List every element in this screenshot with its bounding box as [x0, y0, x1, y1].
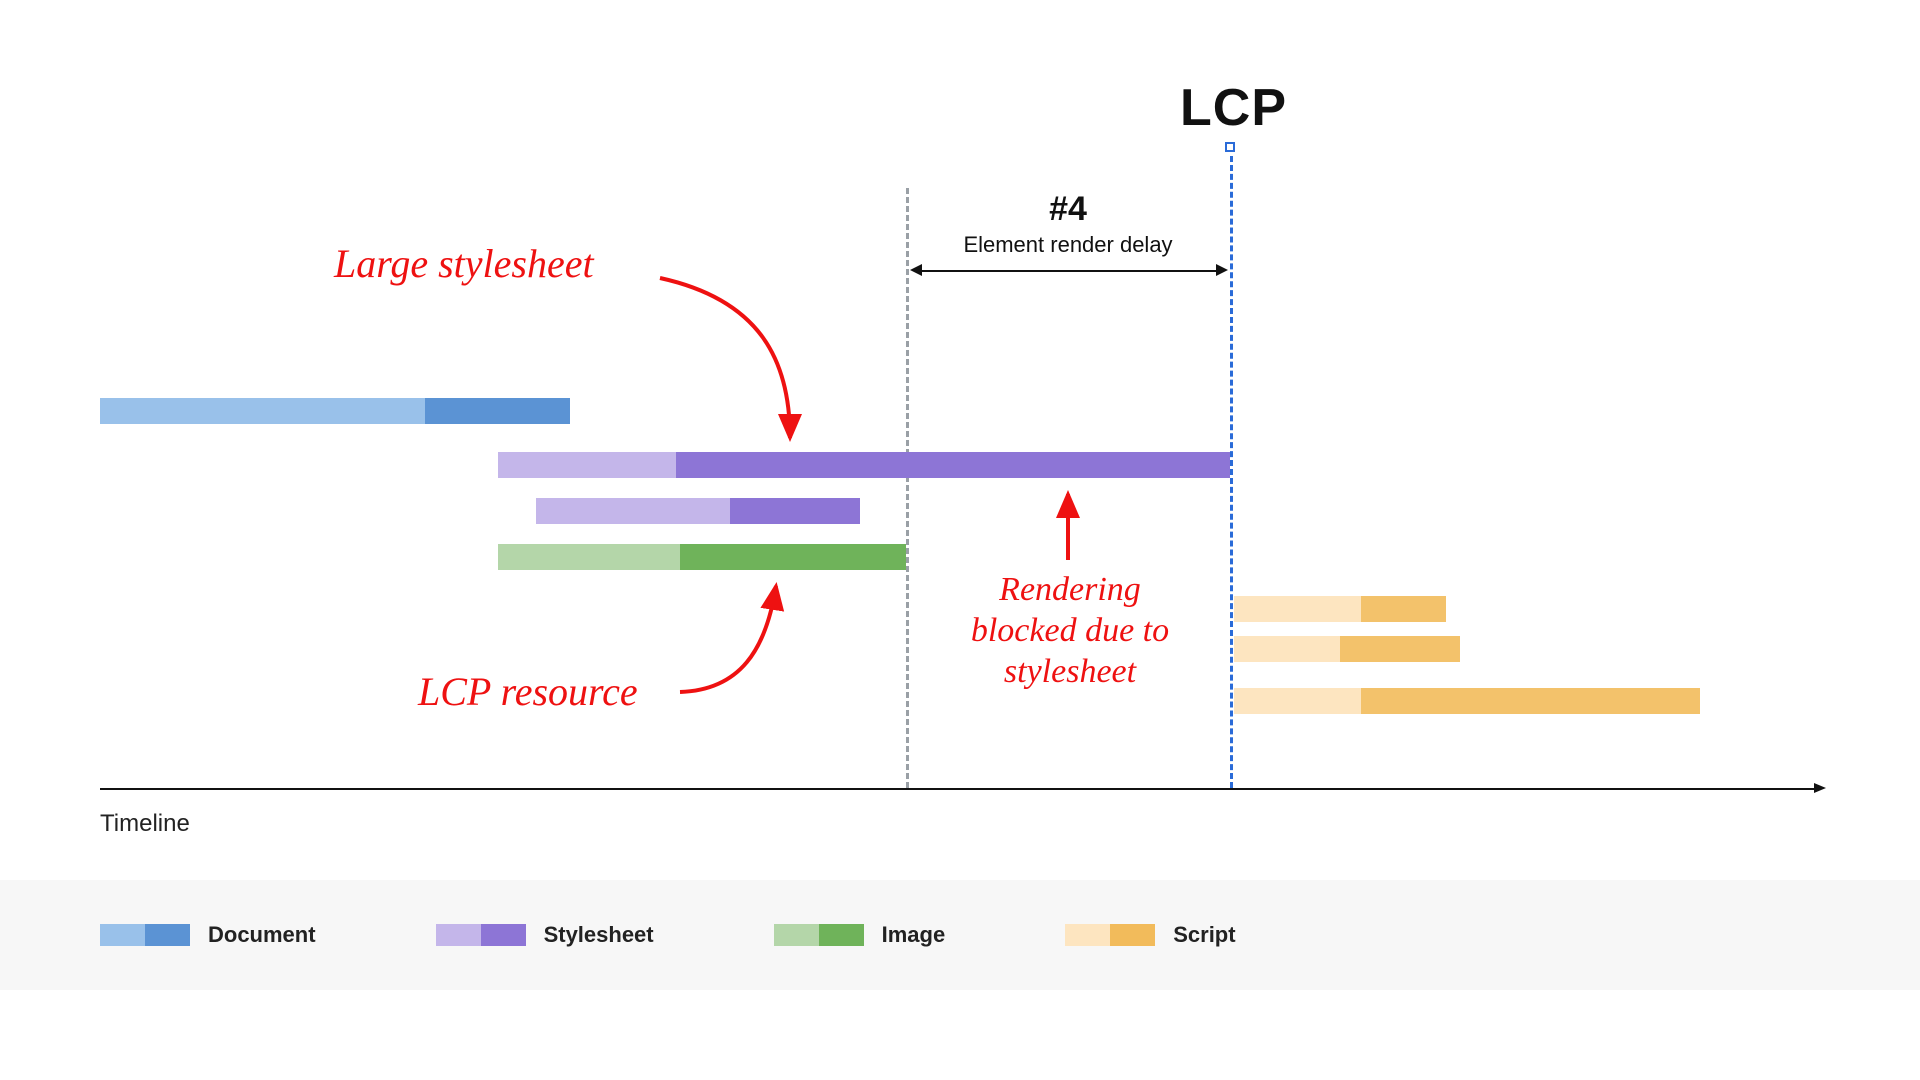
lcp-marker-handle [1225, 142, 1235, 152]
annot-large-stylesheet: Large stylesheet [334, 240, 594, 287]
erd-arrowhead-left [910, 264, 922, 276]
erd-title: #4 [906, 190, 1230, 229]
legend-item-image: Image [774, 922, 946, 948]
annot-lcp-resource: LCP resource [418, 668, 638, 715]
swatch-script [1065, 924, 1155, 946]
erd-subtitle: Element render delay [906, 232, 1230, 258]
swatch-document [100, 924, 190, 946]
legend-label-image: Image [882, 922, 946, 948]
legend-label-stylesheet: Stylesheet [544, 922, 654, 948]
bar-image-lcp [498, 544, 906, 570]
annot-blocked: Rendering blocked due to stylesheet [950, 570, 1190, 692]
lcp-marker-line [1230, 156, 1233, 788]
render-start-marker [906, 188, 909, 788]
legend-label-document: Document [208, 922, 316, 948]
diagram-canvas: LCP #4 Element render delay Timeline [0, 0, 1920, 1080]
legend-item-stylesheet: Stylesheet [436, 922, 654, 948]
timeline-axis [100, 788, 1816, 790]
bar-script-1 [1234, 596, 1446, 622]
timeline-arrowhead [1814, 783, 1826, 793]
legend-item-script: Script [1065, 922, 1235, 948]
timeline-label: Timeline [100, 810, 190, 838]
erd-arrow-line [922, 270, 1218, 272]
bar-document [100, 398, 570, 424]
bar-stylesheet-large [498, 452, 1230, 478]
bar-stylesheet-2 [536, 498, 860, 524]
legend-label-script: Script [1173, 922, 1235, 948]
bar-script-3 [1234, 688, 1700, 714]
legend: Document Stylesheet Image Script [0, 880, 1920, 990]
bar-script-2 [1234, 636, 1460, 662]
swatch-stylesheet [436, 924, 526, 946]
lcp-title: LCP [1180, 78, 1287, 138]
erd-arrowhead-right [1216, 264, 1228, 276]
legend-item-document: Document [100, 922, 316, 948]
swatch-image [774, 924, 864, 946]
